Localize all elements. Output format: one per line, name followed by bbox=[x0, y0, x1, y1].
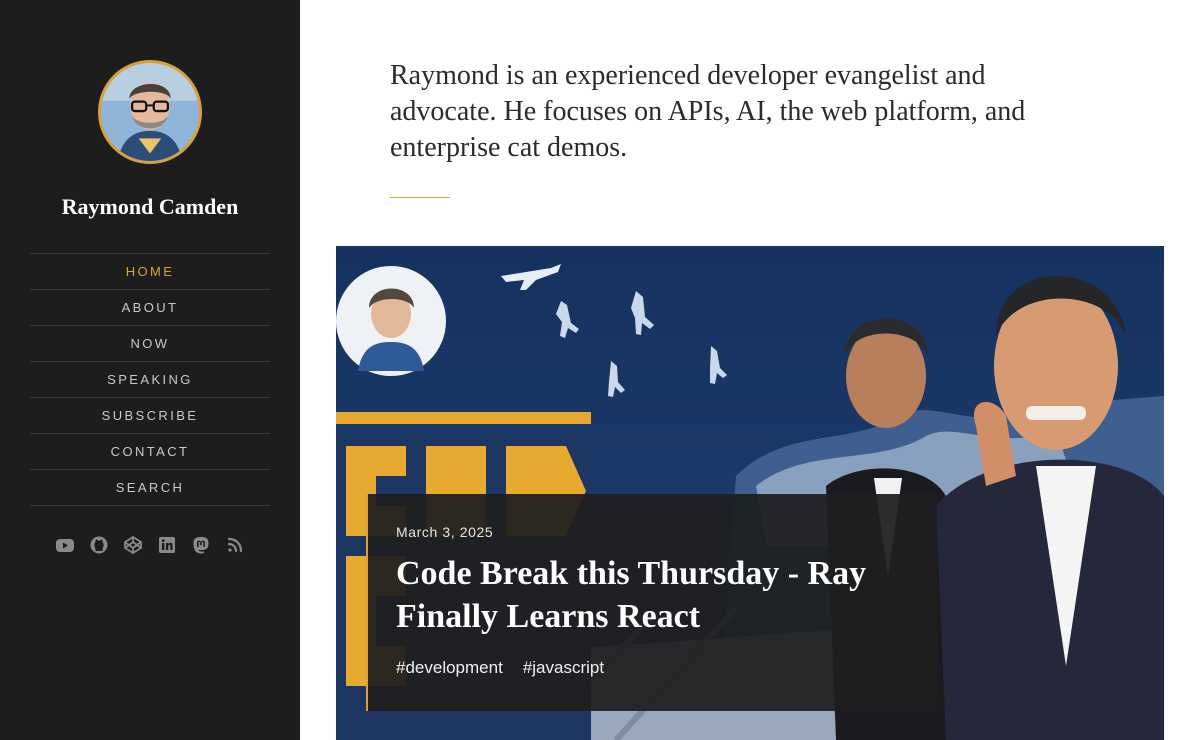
nav-item-contact[interactable]: CONTACT bbox=[30, 434, 270, 470]
post-tags: #development #javascript bbox=[396, 658, 937, 678]
sidebar: Raymond Camden HOME ABOUT NOW SPEAKING S… bbox=[0, 0, 300, 740]
youtube-icon[interactable] bbox=[55, 535, 75, 555]
nav-item-home[interactable]: HOME bbox=[30, 254, 270, 290]
avatar[interactable] bbox=[98, 60, 202, 164]
nav-item-search[interactable]: SEARCH bbox=[30, 470, 270, 506]
site-name[interactable]: Raymond Camden bbox=[0, 194, 300, 220]
tag-development[interactable]: #development bbox=[396, 658, 503, 678]
main-nav: HOME ABOUT NOW SPEAKING SUBSCRIBE CONTAC… bbox=[30, 253, 270, 506]
nav-item-subscribe[interactable]: SUBSCRIBE bbox=[30, 398, 270, 434]
intro-text: Raymond is an experienced developer evan… bbox=[390, 60, 1026, 163]
github-icon[interactable] bbox=[89, 535, 109, 555]
divider bbox=[390, 197, 450, 198]
nav-item-about[interactable]: ABOUT bbox=[30, 290, 270, 326]
nav-item-now[interactable]: NOW bbox=[30, 326, 270, 362]
tag-javascript[interactable]: #javascript bbox=[523, 658, 604, 678]
featured-post-card: March 3, 2025 Code Break this Thursday -… bbox=[366, 494, 937, 711]
nav-item-speaking[interactable]: SPEAKING bbox=[30, 362, 270, 398]
linkedin-icon[interactable] bbox=[157, 535, 177, 555]
post-date: March 3, 2025 bbox=[396, 524, 494, 540]
post-title[interactable]: Code Break this Thursday - Ray Finally L… bbox=[396, 552, 916, 638]
social-links bbox=[0, 535, 300, 555]
avatar-photo bbox=[101, 63, 199, 161]
codepen-icon[interactable] bbox=[123, 535, 143, 555]
rss-icon[interactable] bbox=[225, 535, 245, 555]
mastodon-icon[interactable] bbox=[191, 535, 211, 555]
